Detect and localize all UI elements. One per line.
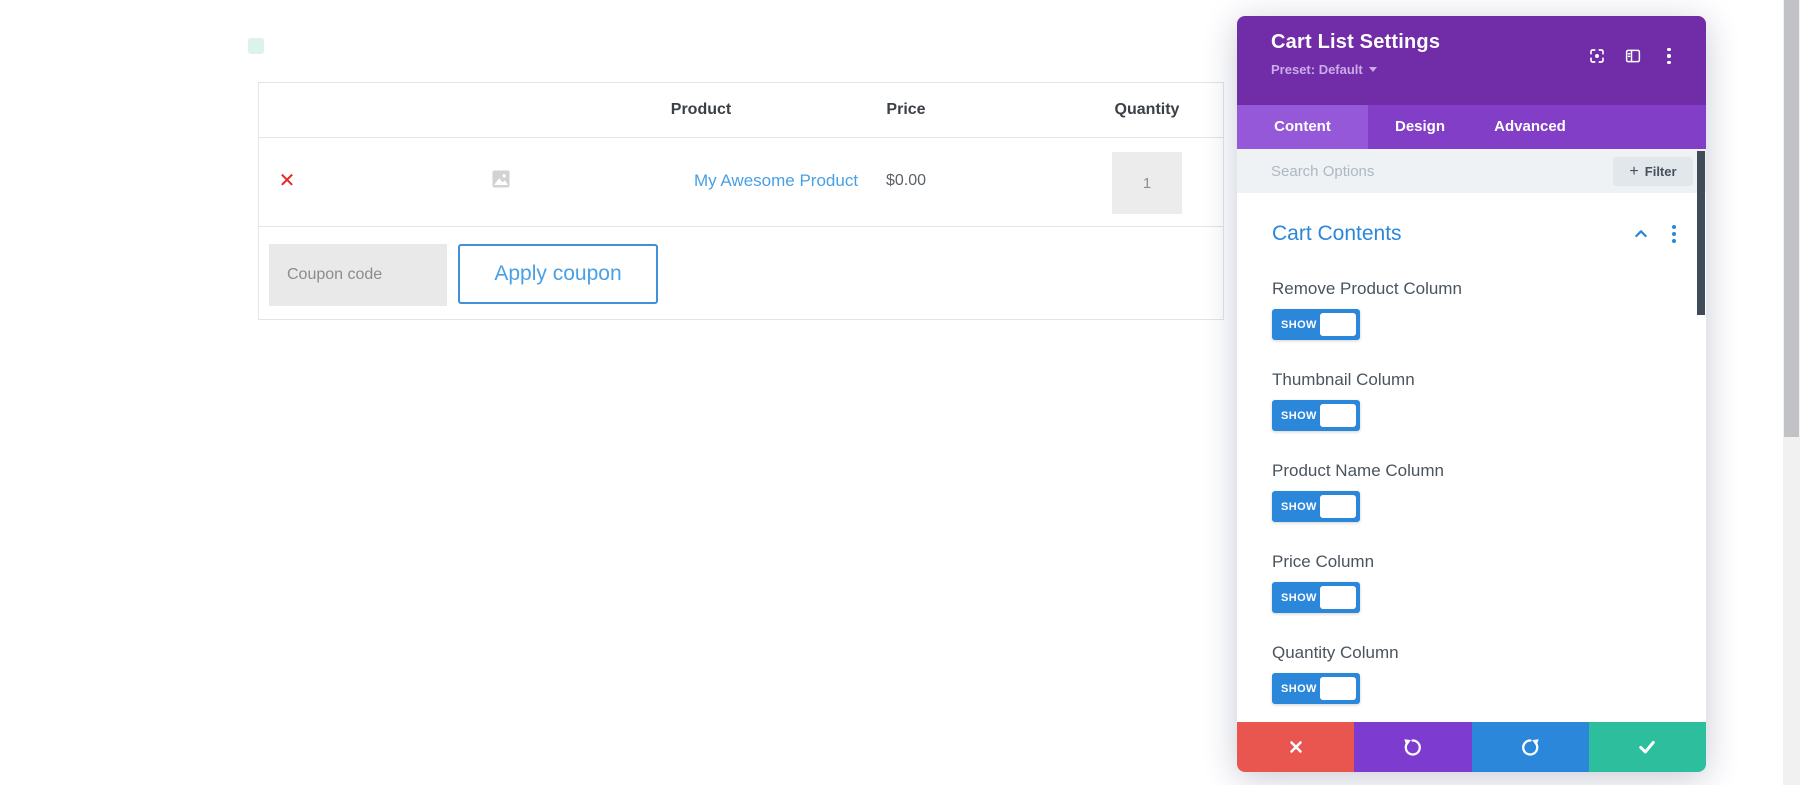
page-scrollbar-thumb[interactable] [1784,0,1799,437]
show-toggle[interactable]: SHOW [1272,491,1360,522]
toggle-knob[interactable] [1320,313,1356,336]
toggle-state-label: SHOW [1281,500,1317,513]
column-header-quantity: Quantity [1114,101,1180,118]
redo-button[interactable] [1471,722,1589,772]
product-thumbnail-icon[interactable] [492,170,510,193]
toggle-knob[interactable] [1320,404,1356,427]
undo-button[interactable] [1354,722,1472,772]
remove-item-icon[interactable]: ✕ [279,153,296,209]
product-price: $0.00 [885,172,927,189]
section-title: Cart Contents [1272,222,1402,245]
show-toggle[interactable]: SHOW [1272,673,1360,704]
cart-table: Product Price Quantity ✕ My Awesome Prod… [258,82,1224,320]
preset-dropdown[interactable]: Preset: Default [1271,62,1377,77]
toggle-knob[interactable] [1320,677,1356,700]
toggle-label: Quantity Column [1272,643,1399,662]
show-toggle[interactable]: SHOW [1272,582,1360,613]
cart-contents-section-header[interactable]: Cart Contents [1272,219,1676,249]
expand-icon[interactable] [1588,47,1606,65]
filter-button-label: Filter [1644,164,1677,179]
product-name-link[interactable]: My Awesome Product [694,153,858,209]
quantity-input[interactable] [1112,152,1182,214]
toggle-knob[interactable] [1320,586,1356,609]
faded-add-section-icon [248,38,264,54]
coupon-code-input[interactable] [269,244,447,306]
toggle-label: Remove Product Column [1272,279,1462,298]
chevron-up-icon[interactable] [1632,225,1650,243]
close-button[interactable] [1237,722,1355,772]
table-header-divider [259,137,1223,138]
modal-header: Cart List Settings Preset: Default [1237,16,1706,105]
toggle-state-label: SHOW [1281,682,1317,695]
plus-icon: + [1629,162,1639,180]
toggle-label: Product Name Column [1272,461,1444,480]
save-button[interactable] [1588,722,1706,772]
tab-design[interactable]: Design [1368,105,1472,149]
modal-action-bar [1237,722,1706,772]
toggle-state-label: SHOW [1281,591,1317,604]
toggle-list: Remove Product Column SHOW Thumbnail Col… [1272,278,1671,704]
split-view-icon[interactable] [1624,47,1642,65]
toggle-state-label: SHOW [1281,409,1317,422]
toggle-row: Price Column SHOW [1272,551,1671,613]
tab-content[interactable]: Content [1237,105,1368,149]
toggle-label: Price Column [1272,552,1375,571]
column-header-price: Price [886,101,926,118]
apply-coupon-button[interactable]: Apply coupon [458,244,658,304]
cart-list-settings-modal: Cart List Settings Preset: Default Conte… [1237,16,1706,772]
column-header-product: Product [670,101,732,118]
kebab-menu-icon[interactable] [1665,225,1683,243]
filter-button[interactable]: + Filter [1613,157,1693,186]
toggle-row: Remove Product Column SHOW [1272,278,1671,340]
preset-label: Preset: Default [1271,62,1363,77]
toggle-row: Product Name Column SHOW [1272,460,1671,522]
table-row-divider [259,226,1223,227]
modal-body: Cart Contents Remove Product Column SHOW [1237,193,1706,722]
kebab-menu-icon[interactable] [1660,47,1678,65]
page-scrollbar[interactable] [1783,0,1800,785]
search-options-bar: + Filter [1237,149,1706,193]
modal-tab-bar: Content Design Advanced [1237,105,1706,149]
search-options-input[interactable] [1271,162,1551,180]
toggle-knob[interactable] [1320,495,1356,518]
caret-down-icon [1368,67,1377,72]
toggle-row: Quantity Column SHOW [1272,642,1671,704]
toggle-state-label: SHOW [1281,318,1317,331]
show-toggle[interactable]: SHOW [1272,309,1360,340]
toggle-label: Thumbnail Column [1272,370,1415,389]
show-toggle[interactable]: SHOW [1272,400,1360,431]
modal-scrollbar-thumb[interactable] [1697,151,1705,315]
toggle-row: Thumbnail Column SHOW [1272,369,1671,431]
tab-advanced[interactable]: Advanced [1472,105,1588,149]
